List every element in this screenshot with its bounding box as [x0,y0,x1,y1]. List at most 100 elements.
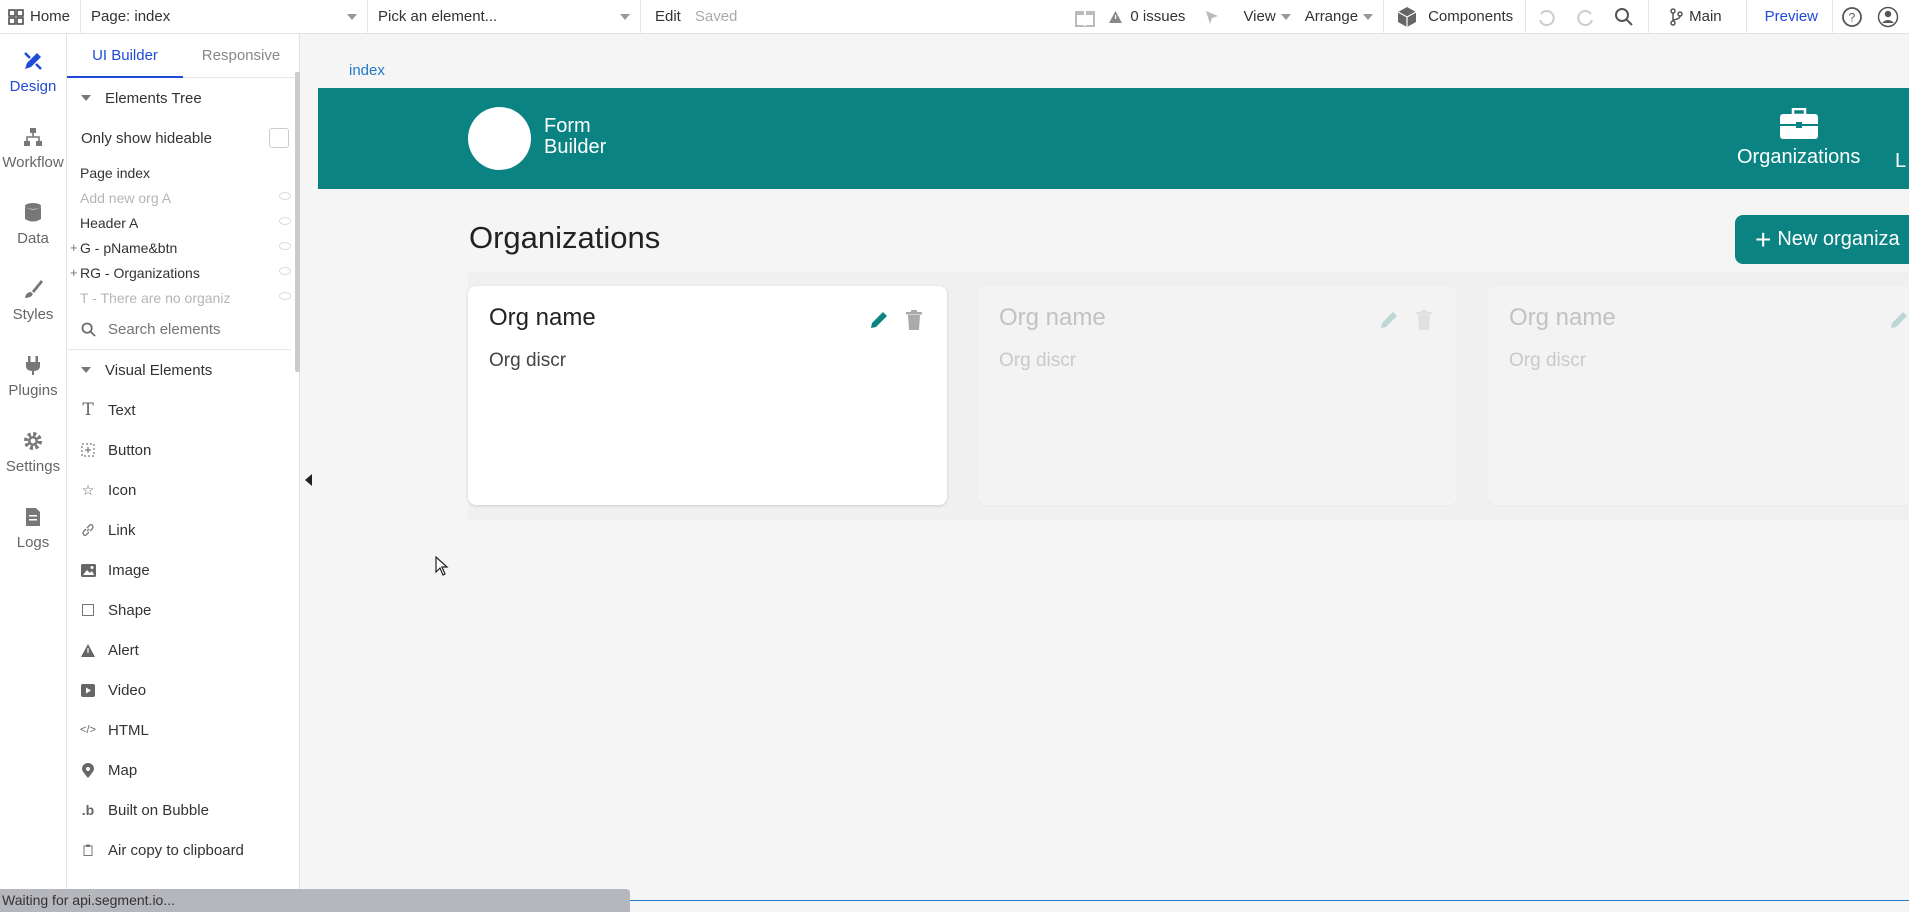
tree-item[interactable]: + G - pName&btn [67,235,299,260]
eye-icon[interactable] [279,192,291,200]
nav-data[interactable]: Data [0,186,66,262]
warning-icon [80,642,96,658]
expand-icon[interactable]: + [70,240,78,255]
collapse-panel-icon[interactable] [305,474,312,486]
grid-icon [8,8,24,25]
visual-elements-label: Visual Elements [105,361,213,379]
tab-ui-builder[interactable]: UI Builder [67,34,183,78]
tree-item-label: RG - Organizations [80,264,200,281]
expand-icon[interactable]: + [70,265,78,280]
gift-button[interactable] [1062,0,1108,34]
element-map[interactable]: Map [67,750,299,790]
nav-link-cut[interactable]: L [1895,150,1906,173]
eye-icon[interactable] [279,242,291,250]
pencil-icon[interactable] [869,310,889,330]
element-label: Text [108,401,136,419]
logo-line-2: Builder [544,136,607,158]
help-button[interactable]: ? [1833,0,1871,34]
view-menu[interactable]: View [1243,0,1304,34]
trash-icon[interactable] [1416,310,1432,330]
clipboard-icon [80,842,96,858]
nav-organizations[interactable]: Organizations [1737,108,1860,169]
star-icon: ☆ [81,481,95,498]
redo-button[interactable] [1566,0,1606,34]
elements-tree-header[interactable]: Elements Tree [67,78,299,118]
pencil-icon[interactable] [1379,310,1399,330]
nav-label: Design [9,77,57,95]
tree-item-label: Add new org A [80,189,172,206]
tree-item[interactable]: + RG - Organizations [67,260,299,285]
element-label: Link [108,521,136,539]
arrange-label: Arrange [1304,8,1359,25]
tree-item[interactable]: Header A [67,210,299,235]
tab-responsive[interactable]: Responsive [183,34,299,78]
tree-item[interactable]: Page index [67,160,299,185]
inspect-button[interactable] [1203,0,1243,34]
pencil-icon[interactable] [1889,310,1909,330]
image-icon [80,562,96,578]
branch-icon [1670,7,1683,26]
undo-button[interactable] [1526,0,1566,34]
nav-styles[interactable]: Styles [0,262,66,338]
visual-elements-header[interactable]: Visual Elements [67,350,299,390]
eye-icon[interactable] [279,217,291,225]
edit-button[interactable]: Edit [641,0,695,34]
element-air-copy[interactable]: Air copy to clipboard [67,830,299,870]
element-video[interactable]: Video [67,670,299,710]
eye-icon[interactable] [279,292,291,300]
search-elements-input[interactable] [108,321,278,338]
bottom-divider [630,900,1909,901]
element-alert[interactable]: Alert [67,630,299,670]
nav-settings[interactable]: Settings [0,414,66,490]
saved-status: Saved [695,0,748,34]
tree-item[interactable]: Add new org A [67,185,299,210]
trash-icon[interactable] [906,310,922,330]
element-html[interactable]: </> HTML [67,710,299,750]
nav-workflow[interactable]: Workflow [0,110,66,186]
org-card[interactable]: Org name Org discr [978,286,1457,505]
arrange-menu[interactable]: Arrange [1305,0,1383,34]
workflow-icon [24,127,42,146]
only-hideable-label: Only show hideable [81,129,212,147]
tree-item[interactable]: T - There are no organiz [67,285,299,310]
page-select[interactable]: Page: index [81,0,367,34]
search-icon [1615,7,1633,26]
element-picker[interactable]: Pick an element... [368,0,640,34]
page-breadcrumb[interactable]: index [349,62,385,79]
element-built-on-bubble[interactable]: .b Built on Bubble [67,790,299,830]
logo-line-1: Form [544,115,591,137]
element-shape[interactable]: Shape [67,590,299,630]
button-icon [80,442,96,458]
element-link[interactable]: Link [67,510,299,550]
search-button[interactable] [1606,0,1648,34]
account-button[interactable] [1871,0,1909,34]
plug-icon [26,355,40,375]
logo-text: Form Builder [544,116,606,158]
eye-icon[interactable] [279,267,291,275]
cube-icon [1397,6,1417,27]
tree-item-label: Header A [80,214,139,231]
element-image[interactable]: Image [67,550,299,590]
nav-logs[interactable]: Logs [0,490,66,566]
element-label: Shape [108,601,152,619]
panel-scrollbar[interactable] [295,72,300,372]
only-hideable-checkbox[interactable] [269,128,289,148]
new-organization-button[interactable]: + New organiza [1735,215,1909,264]
nav-plugins[interactable]: Plugins [0,338,66,414]
element-label: HTML [108,721,149,739]
branch-button[interactable]: Main [1649,0,1746,34]
org-card[interactable]: Org name Org discr [1488,286,1909,505]
bubble-logo-icon: .b [81,802,95,818]
search-elements[interactable] [67,310,291,350]
element-icon[interactable]: ☆ Icon [67,470,299,510]
cursor-icon [1206,10,1219,24]
components-button[interactable]: Components [1384,0,1525,34]
page-select-label: Page: index [91,8,171,25]
issues-button[interactable]: 0 issues [1108,0,1203,34]
org-card[interactable]: Org name Org discr [468,286,947,505]
home-button[interactable]: Home [0,0,80,34]
element-button[interactable]: Button [67,430,299,470]
nav-design[interactable]: Design [0,34,66,110]
preview-button[interactable]: Preview [1747,0,1832,34]
element-text[interactable]: T Text [67,390,299,430]
